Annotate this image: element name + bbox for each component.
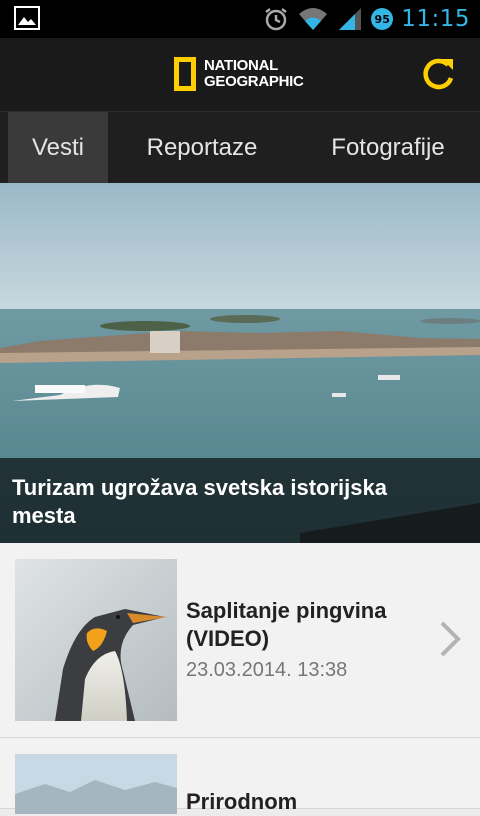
article-thumbnail [15, 559, 177, 721]
tab-vesti[interactable]: Vesti [8, 112, 108, 183]
logo-text: NATIONAL GEOGRAPHIC [204, 58, 304, 90]
chevron-right-icon [440, 621, 461, 657]
list-item[interactable]: Prirodnom [0, 738, 480, 814]
battery-icon: 95 [371, 8, 394, 30]
featured-title: Turizam ugrožava svetska istorijska mest… [12, 475, 387, 528]
logo-line-1: NATIONAL [204, 57, 278, 74]
tab-bar: Vesti Reportaze Fotografije [0, 112, 480, 183]
article-date: 23.03.2014. 13:38 [186, 659, 348, 681]
list-item[interactable]: Saplitanje pingvina (VIDEO) 23.03.2014. … [0, 543, 480, 738]
article-title: Prirodnom [186, 789, 298, 814]
tab-label: Fotografije [331, 133, 445, 161]
signal-icon [339, 8, 362, 30]
logo-frame-icon [174, 57, 196, 91]
logo-line-2: GEOGRAPHIC [204, 73, 304, 90]
article-title: Saplitanje pingvina (VIDEO) [186, 598, 387, 651]
refresh-icon[interactable] [418, 54, 458, 94]
alarm-icon [265, 8, 287, 31]
battery-level: 95 [374, 12, 390, 26]
natgeo-logo[interactable]: NATIONAL GEOGRAPHIC [174, 54, 304, 94]
featured-caption: Turizam ugrožava svetska istorijska mest… [0, 458, 480, 543]
article-list: Saplitanje pingvina (VIDEO) 23.03.2014. … [0, 543, 480, 814]
app-header: NATIONAL GEOGRAPHIC [0, 38, 480, 112]
status-bar: 95 11:15 [0, 0, 480, 38]
tab-label: Reportaze [146, 133, 258, 161]
article-thumbnail [15, 754, 177, 814]
tab-fotografije[interactable]: Fotografije [296, 112, 480, 183]
tab-reportaze[interactable]: Reportaze [108, 112, 296, 183]
tab-label: Vesti [31, 133, 85, 161]
status-time: 11:15 [401, 6, 470, 32]
wifi-icon [299, 8, 328, 30]
featured-article[interactable]: Turizam ugrožava svetska istorijska mest… [0, 183, 480, 543]
gallery-icon [14, 6, 40, 30]
